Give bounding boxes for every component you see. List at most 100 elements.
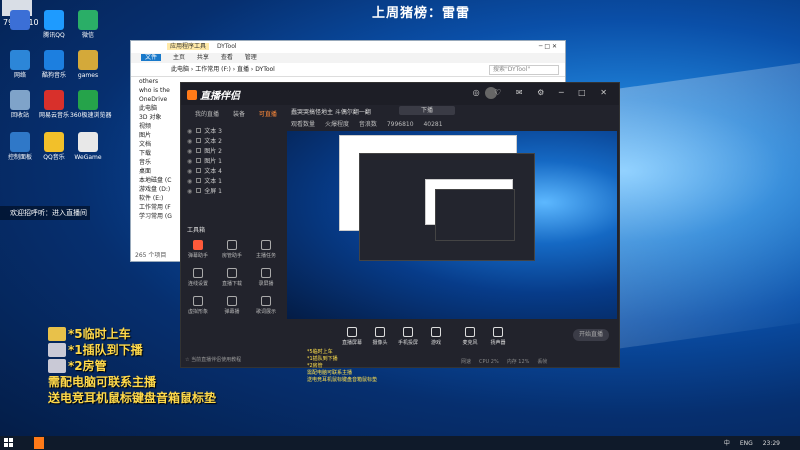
tool-item[interactable]: 房管助手 bbox=[215, 237, 249, 265]
checkbox-icon[interactable] bbox=[196, 128, 202, 133]
tool-item[interactable]: 歌词展示 bbox=[249, 293, 283, 321]
language-indicator[interactable]: 中 bbox=[724, 440, 730, 447]
tool-item[interactable]: 录屏播 bbox=[249, 265, 283, 293]
nav-item[interactable]: 图片 bbox=[139, 131, 181, 140]
desktop-icon[interactable]: 控制面板 bbox=[2, 132, 38, 162]
desktop-icon[interactable]: QQ音乐 bbox=[36, 132, 72, 162]
eye-icon[interactable]: ◉ bbox=[187, 158, 192, 165]
scene-item[interactable]: ◉ 全屏 1 bbox=[181, 187, 285, 197]
nav-item[interactable]: OneDrive bbox=[139, 95, 181, 104]
eye-icon[interactable]: ◉ bbox=[187, 138, 192, 145]
ribbon-tab-share[interactable]: 共享 bbox=[197, 54, 209, 61]
nav-item[interactable]: 软件 (E:) bbox=[139, 194, 181, 203]
qq-icon bbox=[44, 10, 64, 30]
address-bar[interactable]: 此电脑 › 工作常用 (F:) › 直播 › DYTool 搜索"DYTool" bbox=[131, 63, 565, 77]
ribbon-tab-file[interactable]: 文件 bbox=[141, 54, 162, 61]
control-camera-button[interactable]: 摄像头 bbox=[367, 327, 393, 346]
eye-icon[interactable]: ◉ bbox=[187, 168, 192, 175]
nav-item[interactable]: 下载 bbox=[139, 149, 181, 158]
taskbar-streaming-app-icon[interactable] bbox=[34, 437, 44, 449]
keyboard-layout[interactable]: ENG bbox=[740, 440, 753, 447]
nav-item[interactable]: 音乐 bbox=[139, 158, 181, 167]
ribbon-tab-home[interactable]: 主页 bbox=[173, 54, 185, 61]
stream-notice: *5临时上车 *1插队到下播 *2房管 需配电脑可联系主播 送电竞耳机鼠标键盘音箱鼠标垫 bbox=[48, 326, 216, 406]
tab-live-ready[interactable]: 可直播 bbox=[259, 111, 277, 118]
nav-item[interactable]: 文档 bbox=[139, 140, 181, 149]
checkbox-icon[interactable] bbox=[196, 138, 202, 143]
control-speaker-button[interactable]: 扬声器 bbox=[485, 327, 511, 346]
desktop-icon[interactable] bbox=[2, 10, 38, 32]
tool-item[interactable]: 直播下载 bbox=[215, 265, 249, 293]
scene-item[interactable]: ◉ 文本 2 bbox=[181, 137, 285, 147]
desktop-icon[interactable]: 回收站 bbox=[2, 90, 38, 120]
tool-label: 连线设置 bbox=[187, 281, 208, 287]
end-stream-button[interactable]: 下播 bbox=[399, 106, 455, 115]
checkbox-icon[interactable] bbox=[196, 158, 202, 163]
desktop-icon[interactable]: 网易云音乐 bbox=[36, 90, 72, 120]
control-screen-button[interactable]: 直播屏幕 bbox=[339, 327, 365, 346]
stream-title: 上周猪榜：雷雷 bbox=[372, 6, 471, 21]
explorer-nav-pane: others who is the OneDrive 此电脑 3D 对象 视频 图片 文档 下载… bbox=[131, 77, 181, 221]
streaming-app-window[interactable]: 直播伴侣 ◎ ♡ ✉ ⚙ ─ □ ✕ 我的直播 装备 可直播 蠢哭哭搞怪地主 斗… bbox=[180, 82, 620, 383]
tab-equipment[interactable]: 装备 bbox=[233, 111, 245, 118]
desktop-icon[interactable]: 网络 bbox=[2, 50, 38, 80]
tool-item[interactable]: 连线设置 bbox=[181, 265, 215, 293]
nav-item[interactable]: 桌面 bbox=[139, 167, 181, 176]
control-mic-button[interactable]: 麦克风 bbox=[457, 327, 483, 346]
nav-item[interactable]: 游戏盘 (D:) bbox=[139, 185, 181, 194]
nav-item[interactable]: others bbox=[139, 77, 181, 86]
start-stream-button[interactable]: 开始直播 bbox=[573, 329, 609, 341]
eye-icon[interactable]: ◉ bbox=[187, 148, 192, 155]
eye-icon[interactable]: ◉ bbox=[187, 128, 192, 135]
control-phone-button[interactable]: 手机投屏 bbox=[395, 327, 421, 346]
ribbon-tab-view[interactable]: 查看 bbox=[221, 54, 233, 61]
preview-note-line: *1插队到下播 bbox=[307, 356, 338, 362]
clock[interactable]: 23:29 bbox=[763, 440, 780, 447]
tool-item[interactable]: 虚拟形象 bbox=[181, 293, 215, 321]
window-controls[interactable]: ─ □ ✕ bbox=[539, 41, 557, 53]
start-menu-icon[interactable] bbox=[4, 438, 14, 448]
desktop-icon[interactable]: 微信 bbox=[70, 10, 106, 40]
desktop-icon[interactable]: 腾讯QQ bbox=[36, 10, 72, 40]
nav-item[interactable]: 本地磁盘 (C bbox=[139, 176, 181, 185]
nav-item[interactable]: 学习常用 (G bbox=[139, 212, 181, 221]
tool-item[interactable]: 主播任务 bbox=[249, 237, 283, 265]
checkbox-icon[interactable] bbox=[196, 178, 202, 183]
stream-preview[interactable] bbox=[287, 131, 617, 319]
desktop-icon[interactable]: WeGame bbox=[70, 132, 106, 162]
meta-sound-value: 40281 bbox=[423, 121, 443, 128]
scene-label: 图片 1 bbox=[204, 158, 222, 165]
desktop-icon[interactable]: games bbox=[70, 50, 106, 80]
scene-item[interactable]: ◉ 文本 1 bbox=[181, 177, 285, 187]
eye-icon[interactable]: ◉ bbox=[187, 188, 192, 195]
control-game-button[interactable]: 游戏 bbox=[423, 327, 449, 346]
tool-item[interactable]: 弹幕播 bbox=[215, 293, 249, 321]
header-controls[interactable]: ◎ ♡ ✉ ⚙ ─ □ ✕ bbox=[473, 88, 613, 97]
scene-item[interactable]: ◉ 图片 1 bbox=[181, 157, 285, 167]
game-icon bbox=[431, 327, 441, 337]
checkbox-icon[interactable] bbox=[196, 148, 202, 153]
desktop-icon[interactable]: 酷狗音乐 bbox=[36, 50, 72, 80]
tab-my-live[interactable]: 我的直播 bbox=[195, 111, 219, 118]
scene-item[interactable]: ◉ 文本 4 bbox=[181, 167, 285, 177]
explorer-search-input[interactable]: 搜索"DYTool" bbox=[489, 65, 559, 75]
ribbon-tab-manage[interactable]: 管理 bbox=[245, 54, 257, 61]
checkbox-icon[interactable] bbox=[196, 188, 202, 193]
taskbar: 中 ENG 23:29 bbox=[0, 436, 800, 450]
desktop-icon-label: 360极速浏览器 bbox=[70, 112, 112, 119]
nav-item[interactable]: 3D 对象 bbox=[139, 113, 181, 122]
nav-item[interactable]: 视频 bbox=[139, 122, 181, 131]
checkbox-icon[interactable] bbox=[196, 168, 202, 173]
nav-item[interactable]: 工作常用 (F bbox=[139, 203, 181, 212]
scene-item[interactable]: ◉ 图片 2 bbox=[181, 147, 285, 157]
desktop-icon[interactable]: 360极速浏览器 bbox=[70, 90, 112, 120]
nav-item[interactable]: 此电脑 bbox=[139, 104, 181, 113]
explorer-title-bar[interactable]: 应用程序工具 DYTool ─ □ ✕ bbox=[131, 41, 565, 53]
notice-line: 需配电脑可联系主播 bbox=[48, 374, 216, 390]
desktop-icon-label: WeGame bbox=[74, 154, 102, 161]
nav-item[interactable]: who is the bbox=[139, 86, 181, 95]
notice-text: 需配电脑可联系主播 bbox=[48, 375, 157, 389]
eye-icon[interactable]: ◉ bbox=[187, 178, 192, 185]
tool-item[interactable]: 弹幕助手 bbox=[181, 237, 215, 265]
scene-item[interactable]: ◉ 文本 3 bbox=[181, 127, 285, 137]
